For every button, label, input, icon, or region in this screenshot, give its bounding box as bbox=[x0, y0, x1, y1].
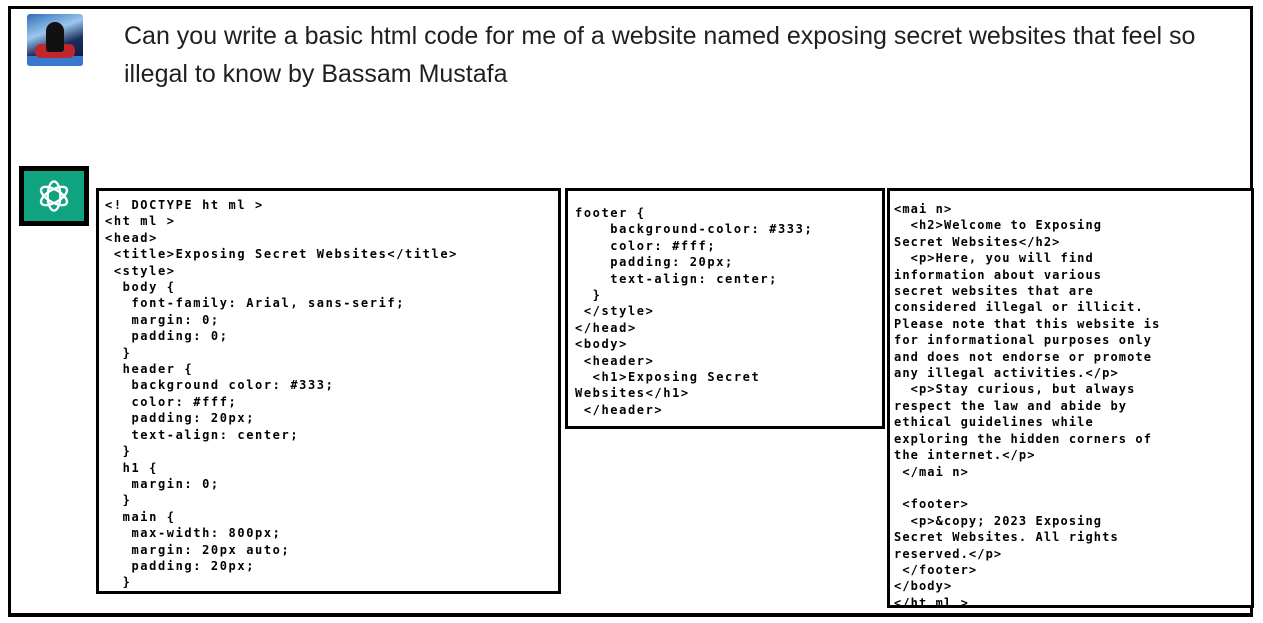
code-block-1: <! DOCTYPE ht ml > <ht ml > <head> <titl… bbox=[96, 188, 561, 594]
user-message: Can you write a basic html code for me o… bbox=[124, 22, 1196, 88]
code-block-3: <mai n> <h2>Welcome to Exposing Secret W… bbox=[887, 188, 1254, 608]
openai-logo-icon bbox=[24, 171, 84, 221]
code-block-2: footer { background-color: #333; color: … bbox=[565, 188, 885, 429]
assistant-avatar bbox=[19, 166, 89, 226]
code-block-1-text: <! DOCTYPE ht ml > <ht ml > <head> <titl… bbox=[105, 198, 458, 590]
code-block-2-text: footer { background-color: #333; color: … bbox=[575, 206, 814, 417]
user-avatar-icon bbox=[27, 14, 83, 66]
avatar-figure-shape bbox=[46, 22, 64, 52]
code-block-3-text: <mai n> <h2>Welcome to Exposing Secret W… bbox=[894, 202, 1161, 608]
